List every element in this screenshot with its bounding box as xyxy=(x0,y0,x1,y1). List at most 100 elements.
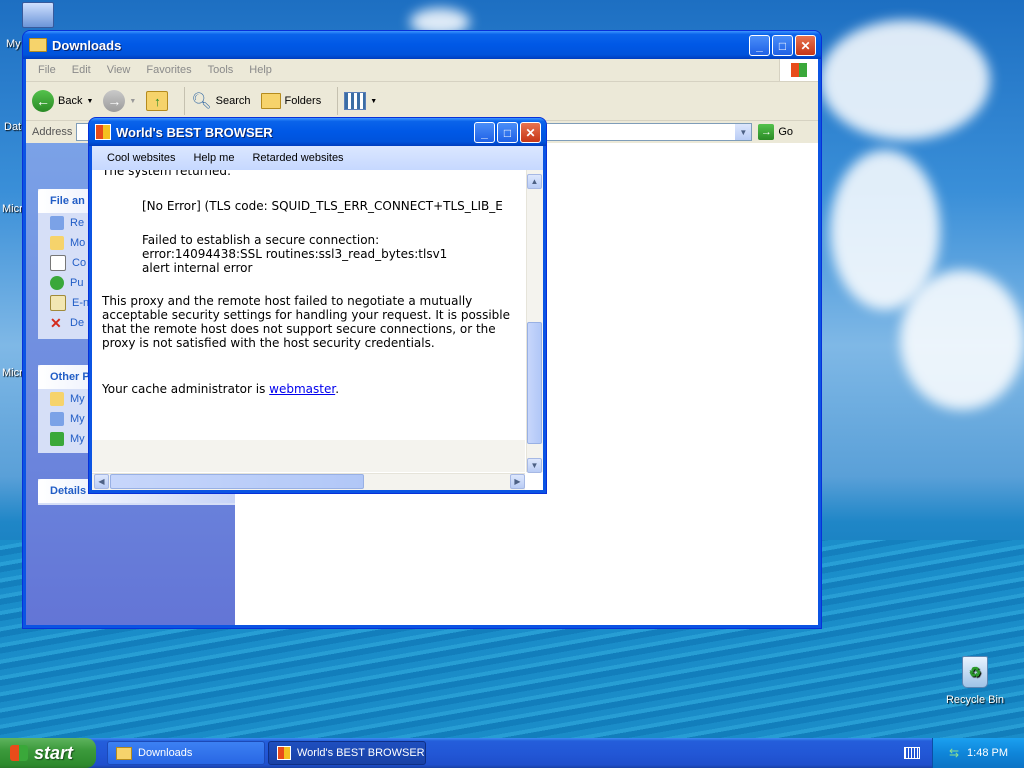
explanation-paragraph: This proxy and the remote host failed to… xyxy=(102,294,510,350)
page-status-strip xyxy=(92,440,525,472)
maximize-button[interactable]: □ xyxy=(497,122,518,143)
up-folder-button[interactable]: ↑ xyxy=(146,91,169,111)
back-button[interactable]: ← Back ▼ xyxy=(32,90,93,112)
cloud xyxy=(820,20,990,140)
horizontal-scroll-thumb[interactable] xyxy=(110,474,364,489)
error-detail-3: alert internal error xyxy=(142,261,253,275)
place-label: My xyxy=(70,433,85,445)
minimize-button[interactable]: _ xyxy=(474,122,495,143)
recycle-bin-icon: ♻ xyxy=(962,656,988,688)
forward-arrow-icon: → xyxy=(103,90,126,112)
delete-icon: ✕ xyxy=(50,314,62,331)
clock[interactable]: 1:48 PM xyxy=(967,747,1008,759)
app-icon xyxy=(277,746,291,760)
scroll-down-button[interactable]: ▼ xyxy=(527,458,542,473)
scroll-right-button[interactable]: ▶ xyxy=(510,474,525,489)
task-label: De xyxy=(70,317,85,329)
search-button[interactable]: 🔍︎ Search xyxy=(191,91,250,111)
menu-edit[interactable]: Edit xyxy=(64,64,99,76)
close-icon: ✕ xyxy=(525,125,536,140)
task-label: Co xyxy=(72,257,87,269)
close-button[interactable]: ✕ xyxy=(520,122,541,143)
toolbar-separator xyxy=(184,87,186,115)
vertical-scroll-thumb[interactable] xyxy=(527,322,542,444)
go-button[interactable]: → Go xyxy=(758,124,793,140)
admin-suffix: . xyxy=(335,382,340,396)
browser-menubar: Cool websites Help me Retarded websites xyxy=(92,146,543,170)
search-label: Search xyxy=(215,95,251,107)
task-browser[interactable]: World's BEST BROWSER xyxy=(268,741,426,765)
cloud xyxy=(900,270,1024,410)
task-label: Downloads xyxy=(138,747,193,759)
menu-cool-websites[interactable]: Cool websites xyxy=(98,152,184,164)
chevron-down-icon: ▼ xyxy=(370,97,378,105)
explorer-toolbar: ← Back ▼ → ▼ ↑ 🔍︎ Search Folders ▼ xyxy=(26,82,818,121)
menu-help[interactable]: Help xyxy=(241,64,280,76)
minimize-icon: _ xyxy=(756,38,763,53)
address-dropdown-button[interactable]: ▼ xyxy=(735,124,752,140)
close-button[interactable]: ✕ xyxy=(795,35,816,56)
close-icon: ✕ xyxy=(800,38,811,53)
browser-body: Cool websites Help me Retarded websites … xyxy=(92,146,543,490)
forward-button[interactable]: → ▼ xyxy=(103,90,136,112)
recycle-bin-desktop-icon[interactable]: ♻ Recycle Bin xyxy=(944,656,1006,706)
folders-label: Folders xyxy=(284,95,322,107)
menu-favorites[interactable]: Favorites xyxy=(138,64,199,76)
menu-view[interactable]: View xyxy=(99,64,139,76)
desktop-label: Dat xyxy=(4,121,22,133)
address-label: Address xyxy=(32,126,73,138)
toolbar-separator xyxy=(337,87,339,115)
folders-button[interactable]: Folders xyxy=(260,93,322,109)
folder-icon xyxy=(29,38,47,52)
task-label: Pu xyxy=(70,277,84,289)
horizontal-scrollbar[interactable]: ◀ ▶ xyxy=(92,473,525,490)
menu-tools[interactable]: Tools xyxy=(200,64,242,76)
network-icon[interactable]: ⇆ xyxy=(949,746,959,760)
rename-icon xyxy=(50,216,64,230)
app-icon xyxy=(95,124,111,140)
browser-title: World's BEST BROWSER xyxy=(116,124,273,140)
back-arrow-icon: ← xyxy=(32,90,54,112)
admin-prefix: Your cache administrator is xyxy=(102,382,270,396)
scroll-left-button[interactable]: ◀ xyxy=(94,474,109,489)
back-label: Back xyxy=(58,95,83,107)
desktop-label: Micr xyxy=(2,203,23,215)
task-label: E-n xyxy=(72,297,90,309)
minimize-icon: _ xyxy=(481,125,488,140)
explorer-title: Downloads xyxy=(52,37,122,53)
scroll-up-button[interactable]: ▲ xyxy=(527,174,542,189)
system-tray: ⇆ 1:48 PM xyxy=(932,738,1024,768)
task-label: World's BEST BROWSER xyxy=(297,747,425,759)
desktop-label: My xyxy=(6,38,21,50)
error-detail-2: error:14094438:SSL routines:ssl3_read_by… xyxy=(142,247,448,261)
my-network-icon xyxy=(50,432,64,446)
explorer-titlebar[interactable]: Downloads _ □ ✕ xyxy=(23,31,821,59)
my-documents-icon xyxy=(50,392,64,406)
menu-retarded-websites[interactable]: Retarded websites xyxy=(243,152,352,164)
error-detail-1: Failed to establish a secure connection: xyxy=(142,233,380,247)
start-button[interactable]: start xyxy=(0,738,96,768)
menu-file[interactable]: File xyxy=(30,64,64,76)
views-button[interactable]: ▼ xyxy=(344,92,377,110)
browser-window: World's BEST BROWSER _ □ ✕ Cool websites… xyxy=(89,118,546,493)
vertical-scrollbar[interactable]: ▲ ▼ xyxy=(526,170,543,473)
browser-titlebar[interactable]: World's BEST BROWSER _ □ ✕ xyxy=(89,118,546,146)
admin-line: Your cache administrator is webmaster. xyxy=(102,382,339,396)
maximize-button[interactable]: □ xyxy=(772,35,793,56)
task-downloads[interactable]: Downloads xyxy=(107,741,265,765)
menu-help-me[interactable]: Help me xyxy=(184,152,243,164)
my-computer-icon xyxy=(50,412,64,426)
task-label: Re xyxy=(70,217,85,229)
publish-icon xyxy=(50,276,64,290)
minimize-button[interactable]: _ xyxy=(749,35,770,56)
place-label: My xyxy=(70,413,85,425)
search-icon: 🔍︎ xyxy=(191,93,212,110)
keyboard-icon[interactable] xyxy=(904,747,920,759)
task-label: Mo xyxy=(70,237,86,249)
windows-logo-icon xyxy=(779,59,818,81)
maximize-icon: □ xyxy=(778,38,787,53)
views-icon xyxy=(344,92,367,110)
my-computer-desktop-icon[interactable] xyxy=(22,2,54,28)
move-icon xyxy=(50,236,64,250)
webmaster-link[interactable]: webmaster xyxy=(269,382,335,396)
